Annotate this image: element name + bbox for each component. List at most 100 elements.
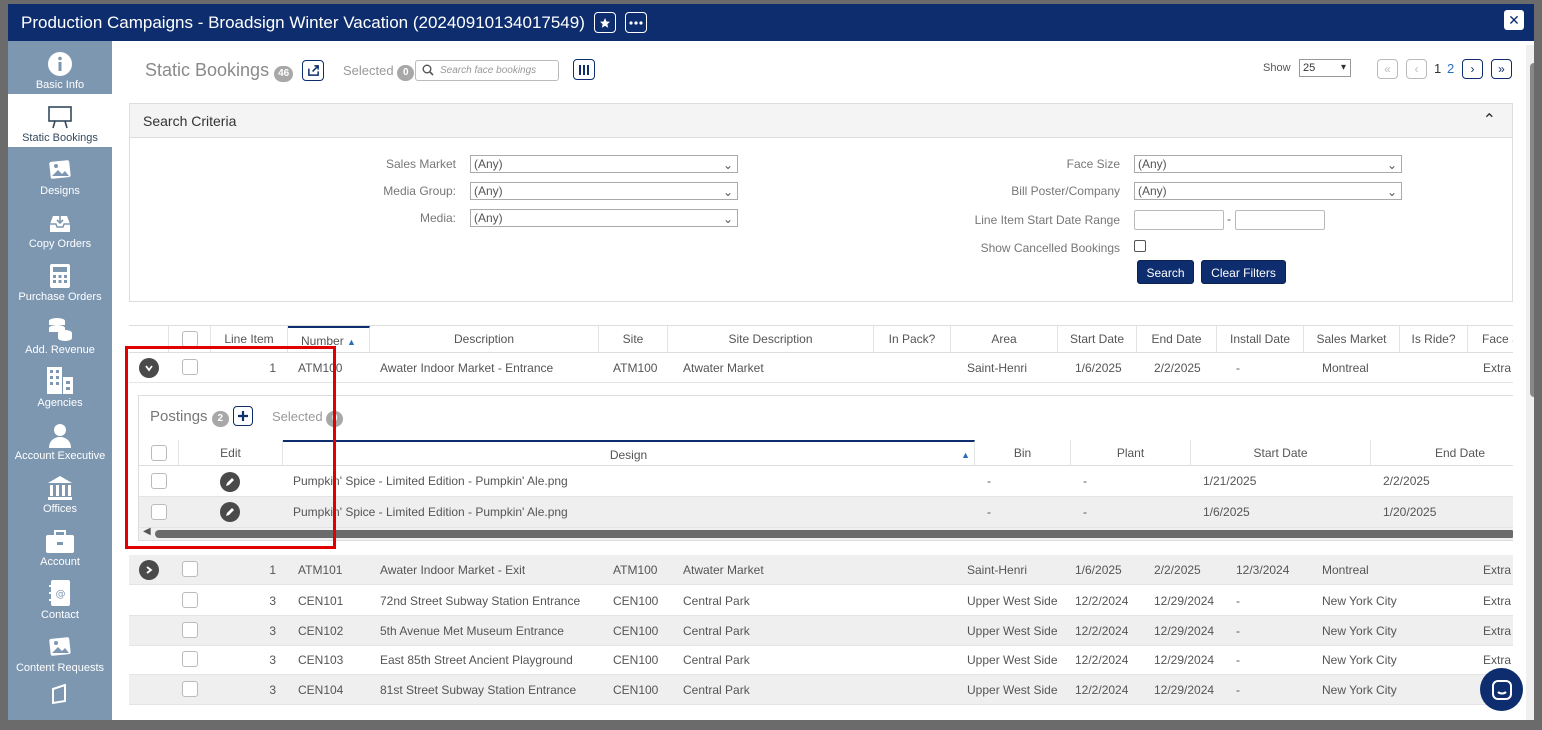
col-face-size[interactable]: Face S xyxy=(1468,326,1513,352)
date-range-end-input[interactable] xyxy=(1235,210,1325,230)
prev-page-button[interactable]: ‹ xyxy=(1406,59,1427,79)
page-size-select[interactable]: 25 ▾ xyxy=(1299,59,1351,77)
sidebar-item-offices[interactable]: Offices xyxy=(8,465,112,518)
postings-select-all-checkbox[interactable] xyxy=(151,445,167,461)
table-row[interactable]: 1 ATM100 Awater Indoor Market - Entrance AT… xyxy=(129,353,1513,383)
sidebar-item-content-requests[interactable]: Content Requests xyxy=(8,624,112,677)
col-number[interactable]: Number ▲ xyxy=(288,326,370,352)
first-page-button[interactable]: « xyxy=(1377,59,1398,79)
selected-badge: 0 xyxy=(397,65,415,81)
vertical-scrollbar[interactable] xyxy=(1526,45,1534,720)
page-1[interactable]: 1 xyxy=(1434,61,1441,76)
plus-icon xyxy=(238,411,248,421)
bill-poster-select[interactable]: (Any) ⌄ xyxy=(1134,182,1402,200)
sidebar-item-contact[interactable]: @ Contact xyxy=(8,571,112,624)
sidebar-item-static-bookings[interactable]: Static Bookings xyxy=(8,94,112,147)
col-area[interactable]: Area xyxy=(951,326,1058,352)
cell-site: ATM100 xyxy=(613,361,658,375)
sidebar-item-add-revenue[interactable]: Add. Revenue xyxy=(8,306,112,359)
column-chooser-button[interactable] xyxy=(573,59,595,80)
col-posting-start-date[interactable]: Start Date xyxy=(1191,440,1371,466)
posting-row[interactable]: Pumpkin' Spice - Limited Edition - Pumpk… xyxy=(139,466,1513,497)
row-expander[interactable] xyxy=(139,560,159,580)
face-size-select[interactable]: (Any) ⌄ xyxy=(1134,155,1402,173)
scrollbar-thumb[interactable] xyxy=(1530,63,1534,397)
search-icon xyxy=(422,64,434,76)
col-posting-end-date[interactable]: End Date xyxy=(1371,440,1513,466)
table-row[interactable]: 3 CEN104 81st Street Subway Station Entran… xyxy=(129,675,1513,705)
sort-asc-icon: ▲ xyxy=(347,337,356,347)
sidebar-item-basic-info[interactable]: Basic Info xyxy=(8,41,112,94)
briefcase-icon xyxy=(46,530,74,553)
row-checkbox[interactable] xyxy=(182,681,198,697)
cell-site: CEN100 xyxy=(613,683,659,697)
col-plant[interactable]: Plant xyxy=(1071,440,1191,466)
last-page-button[interactable]: » xyxy=(1491,59,1512,79)
double-chevron-right-icon: » xyxy=(1498,62,1505,76)
search-input[interactable]: Search face bookings xyxy=(415,60,559,81)
table-row[interactable]: 1 ATM101 Awater Indoor Market - Exit ATM100… xyxy=(129,555,1513,585)
table-row[interactable]: 3 CEN103 East 85th Street Ancient Playgrou… xyxy=(129,645,1513,675)
col-line-item[interactable]: Line Item xyxy=(211,326,288,352)
export-button[interactable] xyxy=(302,60,324,81)
table-row[interactable]: 3 CEN102 5th Avenue Met Museum Entrance CEN… xyxy=(129,616,1513,646)
calculator-icon xyxy=(50,264,70,288)
col-start-date[interactable]: Start Date xyxy=(1058,326,1137,352)
bill-poster-label: Bill Poster/Company xyxy=(1011,184,1120,198)
close-button[interactable]: ✕ xyxy=(1504,10,1524,30)
clear-filters-button[interactable]: Clear Filters xyxy=(1201,260,1286,284)
sidebar-item-account-executive[interactable]: Account Executive xyxy=(8,412,112,465)
row-checkbox[interactable] xyxy=(182,651,198,667)
edit-button[interactable] xyxy=(220,502,240,522)
favorite-button[interactable] xyxy=(593,12,616,33)
next-page-button[interactable]: › xyxy=(1462,59,1483,79)
select-all-checkbox[interactable] xyxy=(182,331,198,347)
col-install-date[interactable]: Install Date xyxy=(1217,326,1304,352)
col-sales-market[interactable]: Sales Market xyxy=(1304,326,1400,352)
edit-button[interactable] xyxy=(220,472,240,492)
row-expander[interactable] xyxy=(139,358,159,378)
row-checkbox[interactable] xyxy=(182,561,198,577)
col-bin[interactable]: Bin xyxy=(975,440,1071,466)
chat-button[interactable] xyxy=(1480,668,1523,711)
media-select[interactable]: (Any) ⌄ xyxy=(470,209,738,227)
table-row[interactable]: 3 CEN101 72nd Street Subway Station Entran… xyxy=(129,586,1513,616)
postings-horizontal-scrollbar[interactable]: ◀ xyxy=(139,526,1513,540)
more-options-button[interactable] xyxy=(624,12,647,33)
row-checkbox[interactable] xyxy=(182,359,198,375)
sidebar-item-label: Static Bookings xyxy=(22,132,98,144)
row-checkbox[interactable] xyxy=(182,622,198,638)
media-group-select[interactable]: (Any) ⌄ xyxy=(470,182,738,200)
col-description[interactable]: Description xyxy=(370,326,599,352)
media-group-label: Media Group: xyxy=(383,184,456,198)
date-range-separator: - xyxy=(1227,212,1231,226)
col-in-pack[interactable]: In Pack? xyxy=(874,326,951,352)
col-site[interactable]: Site xyxy=(599,326,668,352)
sidebar-item-designs[interactable]: Designs xyxy=(8,147,112,200)
search-criteria-header[interactable]: Search Criteria ⌃ xyxy=(130,104,1512,138)
row-checkbox[interactable] xyxy=(182,592,198,608)
sidebar-item-copy-orders[interactable]: Copy Orders xyxy=(8,200,112,253)
col-design[interactable]: Design ▲ xyxy=(283,440,975,466)
search-button[interactable]: Search xyxy=(1137,260,1194,284)
show-cancelled-checkbox[interactable] xyxy=(1134,240,1146,252)
sidebar-item-account[interactable]: Account xyxy=(8,518,112,571)
add-posting-button[interactable] xyxy=(233,406,253,426)
scrollbar-thumb[interactable] xyxy=(155,530,1513,538)
scroll-left-icon[interactable]: ◀ xyxy=(143,526,151,537)
chevron-up-icon[interactable]: ⌃ xyxy=(1483,104,1496,138)
col-is-ride[interactable]: Is Ride? xyxy=(1400,326,1468,352)
sidebar-item-purchase-orders[interactable]: Purchase Orders xyxy=(8,253,112,306)
page-2[interactable]: 2 xyxy=(1447,61,1454,76)
col-site-description[interactable]: Site Description xyxy=(668,326,874,352)
sidebar-item-label: Basic Info xyxy=(35,79,85,91)
chevron-left-icon: ‹ xyxy=(1414,62,1419,76)
posting-row[interactable]: Pumpkin' Spice - Limited Edition - Pumpk… xyxy=(139,497,1513,528)
row-checkbox[interactable] xyxy=(151,473,167,489)
row-checkbox[interactable] xyxy=(151,504,167,520)
sidebar-item-agencies[interactable]: Agencies xyxy=(8,359,112,412)
date-range-start-input[interactable] xyxy=(1134,210,1224,230)
sales-market-select[interactable]: (Any) ⌄ xyxy=(470,155,738,173)
col-end-date[interactable]: End Date xyxy=(1137,326,1217,352)
sidebar-item-more[interactable] xyxy=(8,677,112,717)
